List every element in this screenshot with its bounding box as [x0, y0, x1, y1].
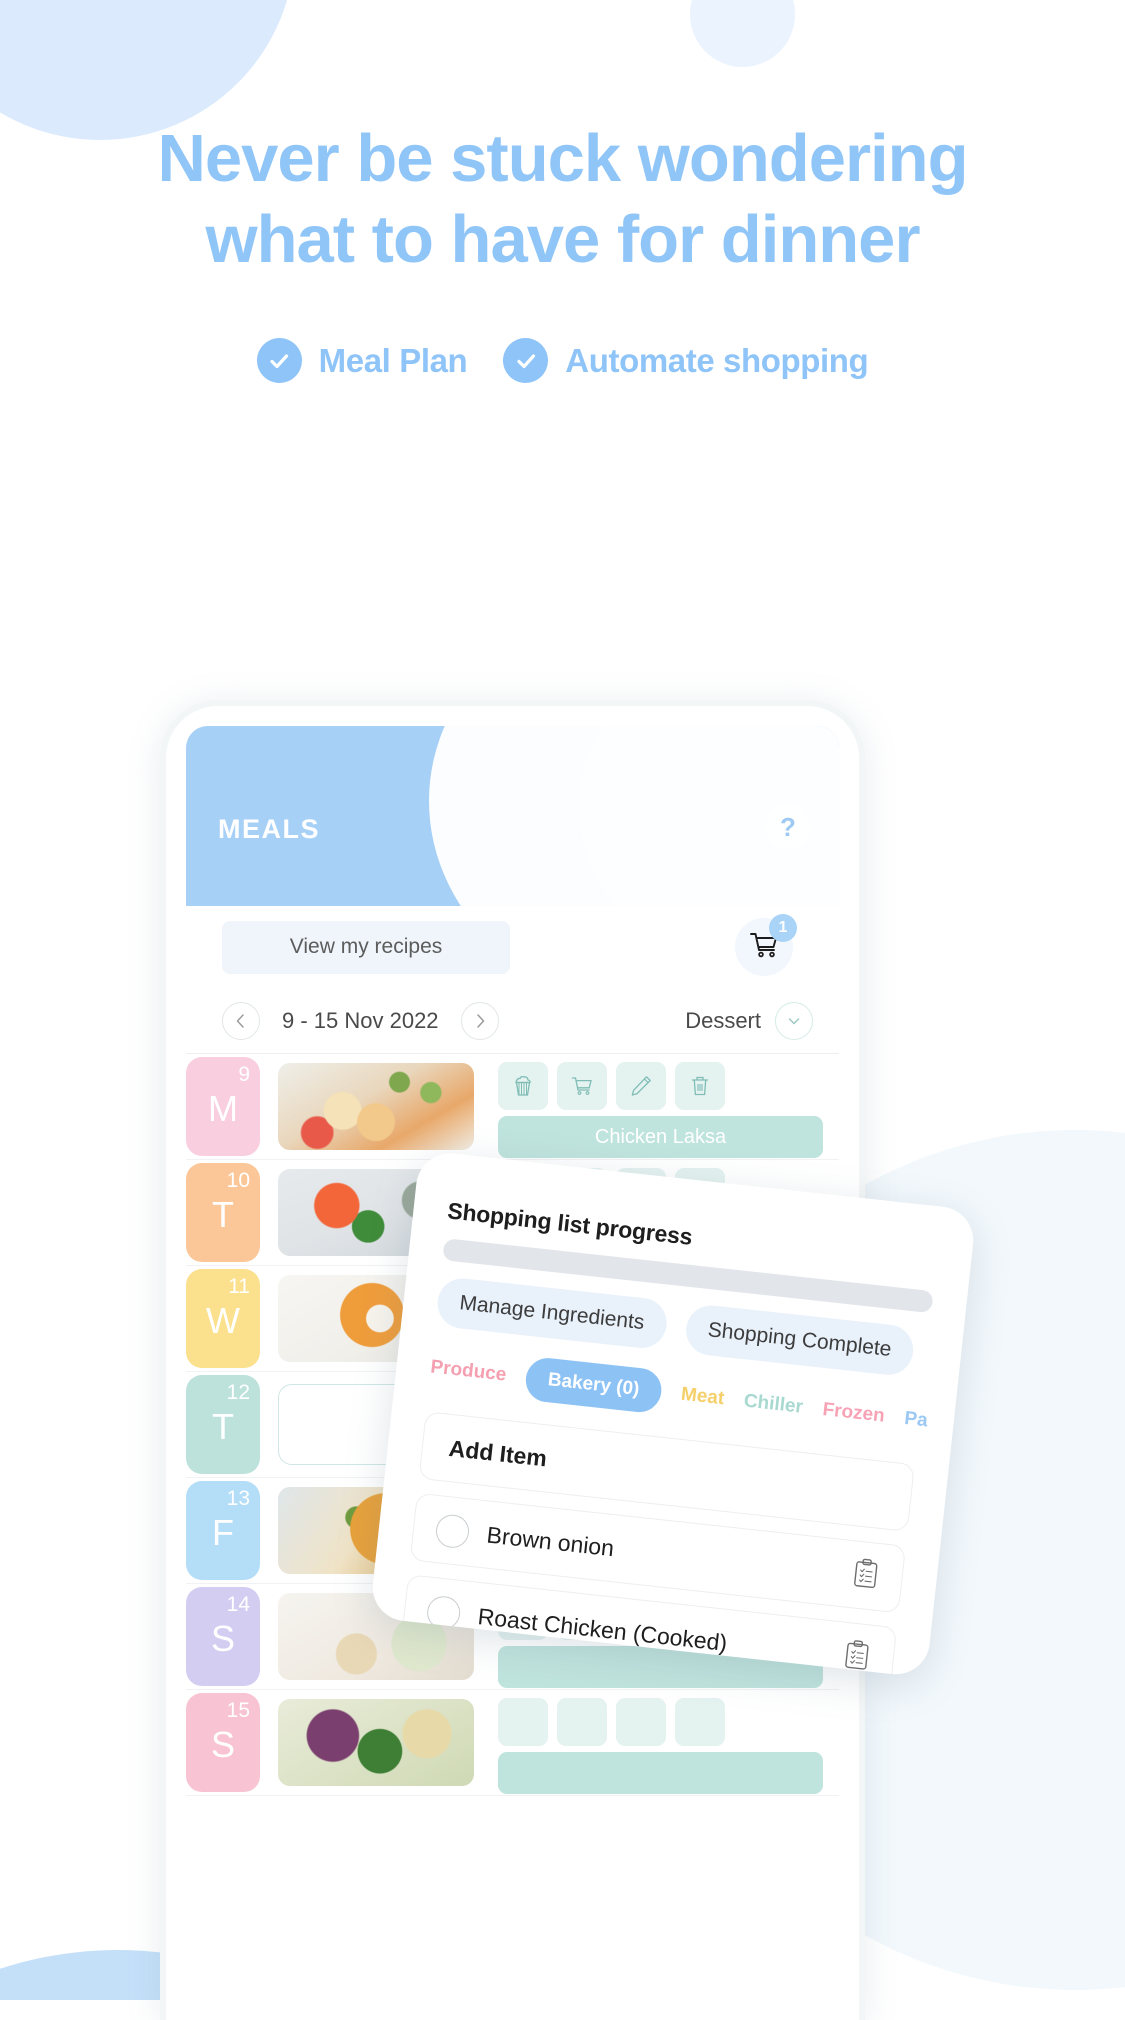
- shopping-complete-button[interactable]: Shopping Complete: [683, 1302, 916, 1378]
- day-badge: 15 S: [186, 1693, 260, 1792]
- meal-type-label: Dessert: [685, 1007, 761, 1033]
- category-tab-produce[interactable]: Produce: [429, 1356, 508, 1386]
- check-circle-icon: [256, 338, 302, 383]
- category-tab-pantry[interactable]: Pa: [903, 1408, 928, 1432]
- meal-action-icons: [498, 1062, 829, 1110]
- day-letter: W: [206, 1300, 240, 1341]
- cart-icon[interactable]: [557, 1062, 607, 1110]
- view-recipes-button[interactable]: View my recipes: [222, 920, 510, 974]
- date-range-label: 9 - 15 Nov 2022: [282, 1007, 439, 1033]
- next-week-button[interactable]: [460, 1001, 499, 1040]
- category-tab-chiller[interactable]: Chiller: [743, 1391, 804, 1419]
- day-number: 15: [226, 1699, 250, 1722]
- feature-meal-plan: Meal Plan: [256, 338, 468, 383]
- dessert-icon[interactable]: [498, 1062, 548, 1110]
- category-tab-frozen[interactable]: Frozen: [821, 1399, 886, 1428]
- page-title: Never be stuck wondering what to have fo…: [157, 121, 969, 277]
- delete-icon[interactable]: [675, 1698, 725, 1746]
- day-number: 13: [226, 1487, 250, 1510]
- day-badge: 9 M: [186, 1057, 260, 1156]
- day-number: 10: [226, 1169, 250, 1192]
- day-letter: M: [208, 1088, 238, 1129]
- delete-icon[interactable]: [675, 1062, 725, 1110]
- meal-actions: Chicken Laksa: [474, 1054, 829, 1159]
- cart-button[interactable]: 1: [735, 914, 797, 976]
- manage-ingredients-button[interactable]: Manage Ingredients: [435, 1275, 669, 1351]
- app-header: MEALS ?: [186, 726, 839, 906]
- app-toolbar: View my recipes 1: [186, 906, 839, 988]
- shopping-list-card: Shopping list progress Manage Ingredient…: [369, 1150, 977, 1678]
- meal-row[interactable]: 15 S: [186, 1690, 839, 1796]
- feature-label: Automate shopping: [565, 341, 869, 379]
- category-tab-meat[interactable]: Meat: [680, 1384, 725, 1411]
- day-letter: S: [210, 1724, 235, 1765]
- day-badge: 14 S: [186, 1587, 260, 1686]
- chevron-down-icon[interactable]: [775, 1001, 813, 1040]
- day-badge: 12 T: [186, 1375, 260, 1474]
- day-number: 9: [238, 1063, 250, 1086]
- dessert-icon[interactable]: [498, 1698, 548, 1746]
- meal-thumbnail[interactable]: [278, 1063, 474, 1150]
- cart-icon[interactable]: [557, 1698, 607, 1746]
- check-circle-icon: [503, 338, 549, 383]
- edit-icon[interactable]: [616, 1698, 666, 1746]
- clipboard-icon[interactable]: [850, 1556, 882, 1596]
- edit-icon[interactable]: [616, 1062, 666, 1110]
- feature-automate-shopping: Automate shopping: [503, 338, 869, 383]
- app-title: MEALS: [218, 814, 320, 844]
- day-letter: T: [212, 1406, 234, 1447]
- meal-actions: [474, 1690, 829, 1795]
- day-badge: 11 W: [186, 1269, 260, 1368]
- day-letter: F: [212, 1512, 234, 1553]
- day-letter: S: [210, 1618, 235, 1659]
- cart-badge: 1: [769, 914, 797, 942]
- meal-name-chip[interactable]: Chicken Laksa: [498, 1116, 823, 1158]
- meal-action-icons: [498, 1698, 829, 1746]
- meal-name-chip[interactable]: [498, 1752, 823, 1794]
- feature-list: Meal Plan Automate shopping: [0, 338, 1125, 383]
- feature-label: Meal Plan: [318, 341, 468, 379]
- day-badge: 13 F: [186, 1481, 260, 1580]
- add-item-label: Add Item: [447, 1434, 549, 1471]
- day-letter: T: [212, 1194, 234, 1235]
- category-tab-bakery[interactable]: Bakery (0): [523, 1355, 664, 1415]
- meal-row[interactable]: 9 M Chicken Laksa: [186, 1054, 839, 1160]
- day-number: 11: [228, 1275, 250, 1298]
- help-button[interactable]: ?: [765, 804, 811, 850]
- meal-type-selector[interactable]: Dessert: [685, 1001, 813, 1040]
- date-navigation: 9 - 15 Nov 2022 Dessert: [186, 988, 839, 1054]
- meal-thumbnail[interactable]: [278, 1699, 474, 1786]
- prev-week-button[interactable]: [222, 1001, 260, 1040]
- day-number: 12: [226, 1381, 250, 1404]
- item-checkbox[interactable]: [434, 1512, 471, 1549]
- day-badge: 10 T: [186, 1163, 260, 1262]
- day-number: 14: [226, 1593, 250, 1616]
- item-name: Brown onion: [485, 1521, 616, 1561]
